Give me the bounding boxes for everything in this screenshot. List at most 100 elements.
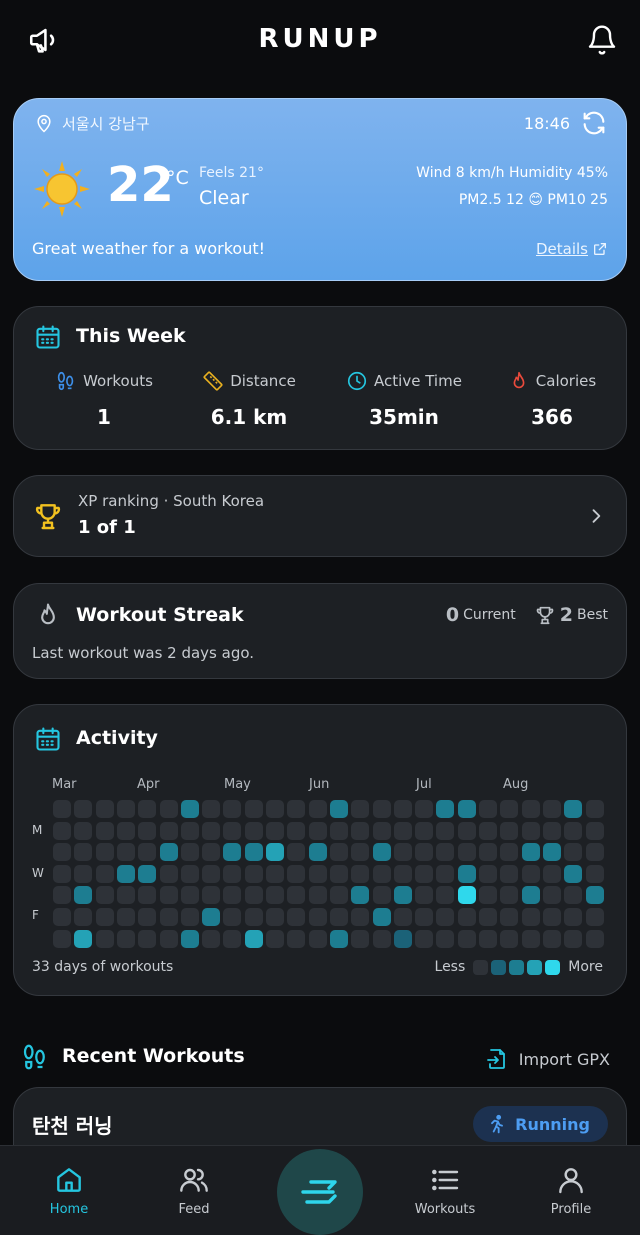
activity-day-cell [53,929,71,948]
activity-day-cell [223,929,242,948]
ruler-icon [203,371,223,391]
activity-day-cell [138,864,157,883]
stat-label: Workouts [83,372,153,390]
weather-card[interactable]: 서울시 강남구 18:46 22 °C Feels 21° Clear Wind… [13,98,627,281]
activity-day-cell [308,800,327,818]
activity-day-cell [138,929,157,948]
activity-day-cell [479,800,497,818]
activity-day-cell [159,821,178,840]
activity-day-cell [74,908,93,926]
activity-day-cell [180,800,199,818]
activity-day-cell [457,843,476,862]
import-gpx-button[interactable]: Import GPX [485,1046,610,1072]
activity-day-cell [266,800,284,818]
activity-day-cell [116,843,135,862]
activity-day-cell [479,864,497,883]
stat-label: Active Time [374,372,462,390]
activity-day-cell [287,821,306,840]
activity-day-cell [95,821,114,840]
nav-profile[interactable]: Profile [521,1146,621,1235]
bell-icon[interactable] [582,20,622,60]
activity-day-cell [564,843,583,862]
temperature: 22 [107,157,174,213]
this-week-card: This Week Workouts 1 Distance 6.1 km Act… [13,306,627,450]
activity-footer: 33 days of workouts [32,959,174,975]
legend-swatch [509,959,525,975]
streak-counts: 0 Current 2 Best [446,604,608,626]
start-workout-button[interactable] [277,1149,363,1235]
activity-day-cell [202,929,221,948]
stat-label: Calories [535,372,597,390]
legend-swatch [545,959,561,975]
details-link[interactable]: Details [536,240,608,258]
activity-day-cell [308,821,327,840]
weather-time: 18:46 [523,114,570,133]
activity-day-cell [500,843,519,862]
wind-humidity: Wind 8 km/h Humidity 45% [416,165,608,181]
activity-day-cell [393,821,412,840]
streak-title: Workout Streak [76,604,244,626]
activity-day-cell [542,929,561,948]
month-label: Jun [309,777,330,792]
activity-day-cell [116,864,135,883]
top-bar: RUNUP [0,0,640,82]
home-icon [57,1168,81,1192]
activity-day-cell [372,843,391,862]
activity-day-cell [521,864,540,883]
activity-day-cell [95,864,114,883]
import-gpx-label: Import GPX [518,1049,610,1069]
month-labels: Mar Apr May Jun Jul Aug [52,777,612,797]
xp-ranking-card[interactable]: XP ranking · South Korea 1 of 1 [13,475,627,557]
activity-day-cell [116,908,135,926]
speed-lines-icon [301,1180,337,1204]
day-label: M [32,823,43,837]
nav-workouts[interactable]: Workouts [395,1146,495,1235]
activity-day-cell [74,800,93,818]
activity-day-cell [479,886,497,905]
activity-day-cell [95,800,114,818]
month-label: Jul [416,777,432,792]
activity-day-cell [287,929,306,948]
calendar-icon [34,725,62,757]
activity-day-cell [95,908,114,926]
stat-distance: Distance 6.1 km [174,369,324,429]
activity-day-cell [244,800,263,818]
workout-streak-card: Workout Streak 0 Current 2 Best Last wor… [13,583,627,679]
activity-day-cell [351,908,370,926]
stat-active-time: Active Time 35min [319,369,489,429]
activity-day-cell [521,908,540,926]
activity-day-cell [457,908,476,926]
workout-type-label: Running [515,1114,590,1134]
activity-day-cell [308,864,327,883]
activity-day-cell [521,843,540,862]
activity-day-cell [372,800,391,818]
activity-day-cell [202,843,221,862]
activity-day-cell [329,800,348,818]
activity-day-cell [415,800,434,818]
day-label: W [32,866,44,880]
activity-day-cell [564,929,583,948]
activity-day-cell [500,800,519,818]
activity-day-cell [479,843,497,862]
activity-day-cell [500,929,519,948]
activity-day-cell [457,929,476,948]
activity-day-cell [308,908,327,926]
activity-day-cell [521,800,540,818]
activity-day-cell [393,886,412,905]
refresh-icon[interactable] [580,109,608,141]
activity-day-cell [287,908,306,926]
nav-home[interactable]: Home [19,1146,119,1235]
pm10-text: PM10 25 [547,192,608,208]
activity-day-cell [223,864,242,883]
nav-feed[interactable]: Feed [144,1146,244,1235]
activity-day-cell [138,821,157,840]
activity-day-cell [116,886,135,905]
activity-day-cell [138,800,157,818]
activity-day-cell [244,908,263,926]
activity-day-cell [351,821,370,840]
activity-day-cell [351,929,370,948]
activity-day-cell [202,908,221,926]
activity-day-cell [53,821,71,840]
temperature-unit: °C [166,167,189,189]
smile-emoji-icon: 😊 [528,192,543,208]
